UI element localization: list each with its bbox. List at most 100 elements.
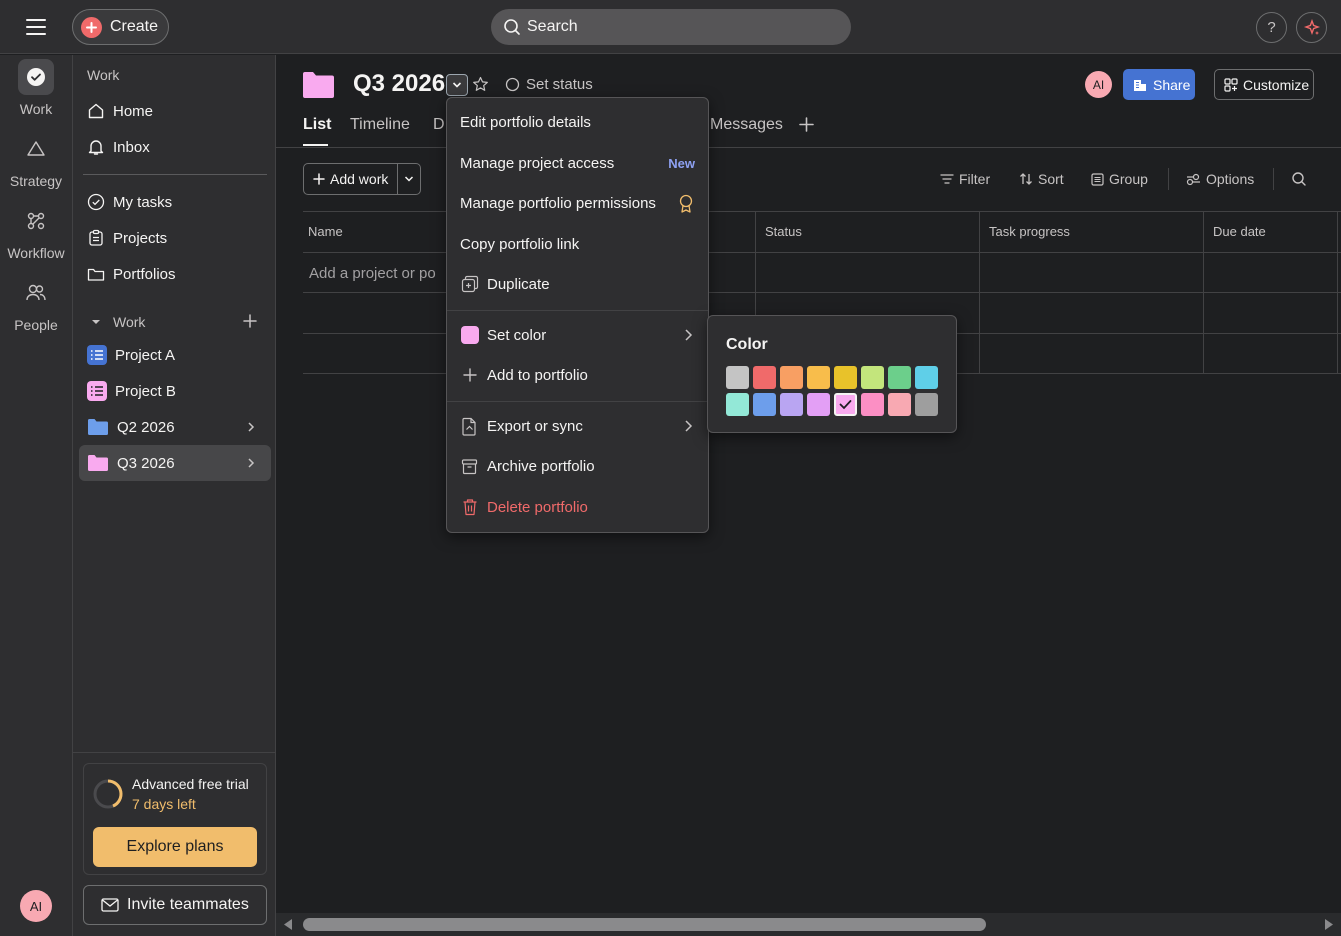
scroll-left-arrow-icon[interactable] xyxy=(282,918,294,931)
rail-item-people[interactable]: People xyxy=(0,275,72,333)
color-swatch[interactable] xyxy=(915,366,938,389)
color-swatch[interactable] xyxy=(888,366,911,389)
color-swatch[interactable] xyxy=(807,366,830,389)
menu-item-archive-portfolio[interactable]: Archive portfolio xyxy=(447,448,708,484)
sidebar-item-home[interactable]: Home xyxy=(79,93,271,129)
menu-item-edit-portfolio-details[interactable]: Edit portfolio details xyxy=(447,104,708,140)
color-swatch-grid xyxy=(726,366,938,416)
status-circle-icon xyxy=(505,77,520,92)
menu-item-manage-portfolio-permissions[interactable]: Manage portfolio permissions xyxy=(447,185,708,221)
tab-timeline[interactable]: Timeline xyxy=(350,116,410,134)
sidebar-item-label: My tasks xyxy=(113,193,173,211)
award-icon xyxy=(678,194,694,213)
tab-messages[interactable]: Messages xyxy=(710,116,783,134)
help-icon: ? xyxy=(1267,19,1276,36)
color-swatch[interactable] xyxy=(753,366,776,389)
color-picker-title: Color xyxy=(726,336,768,353)
color-swatch[interactable] xyxy=(780,393,803,416)
color-swatch[interactable] xyxy=(888,393,911,416)
color-swatch[interactable] xyxy=(807,393,830,416)
home-icon xyxy=(87,102,105,120)
sidebar-item-portfolios[interactable]: Portfolios xyxy=(79,256,271,292)
group-label: Group xyxy=(1109,171,1148,187)
sidebar-item-projects[interactable]: Projects xyxy=(79,220,271,256)
color-swatch[interactable] xyxy=(726,393,749,416)
menu-icon[interactable] xyxy=(22,15,50,39)
menu-item-manage-project-access[interactable]: Manage project access New xyxy=(447,145,708,181)
sidebar-item-my-tasks[interactable]: My tasks xyxy=(79,184,271,220)
color-swatch[interactable] xyxy=(834,366,857,389)
sidebar-section-work[interactable]: Work xyxy=(79,304,271,340)
sidebar-item-q2-2026[interactable]: Q2 2026 xyxy=(79,409,271,445)
check-icon xyxy=(839,400,852,410)
menu-item-copy-portfolio-link[interactable]: Copy portfolio link xyxy=(447,226,708,262)
sort-button[interactable]: Sort xyxy=(1019,171,1064,187)
add-tab-icon[interactable] xyxy=(798,116,815,133)
sidebar-item-project-a[interactable]: Project A xyxy=(79,337,271,373)
rail-item-strategy[interactable]: Strategy xyxy=(0,131,72,189)
sidebar-item-inbox[interactable]: Inbox xyxy=(79,129,271,165)
archive-icon xyxy=(460,457,479,476)
column-header-due-date[interactable]: Due date xyxy=(1213,224,1266,239)
title-dropdown-button[interactable] xyxy=(446,74,468,96)
add-work-dropdown[interactable] xyxy=(398,174,420,184)
invite-teammates-button[interactable]: Invite teammates xyxy=(83,885,267,925)
explore-plans-button[interactable]: Explore plans xyxy=(93,827,257,867)
menu-item-set-color[interactable]: Set color xyxy=(447,317,708,353)
color-swatch[interactable] xyxy=(834,393,857,416)
column-header-name[interactable]: Name xyxy=(308,224,343,239)
add-icon[interactable] xyxy=(243,314,257,328)
set-status-button[interactable]: Set status xyxy=(505,76,593,93)
tab-dashboard[interactable]: D xyxy=(433,116,445,134)
group-button[interactable]: Group xyxy=(1091,171,1148,187)
avatar[interactable]: AI xyxy=(20,890,52,922)
color-swatch[interactable] xyxy=(780,366,803,389)
workflow-icon xyxy=(18,203,54,239)
add-work-button[interactable]: Add work xyxy=(304,164,399,194)
ai-sparkle-button[interactable] xyxy=(1296,12,1327,43)
tabs-divider xyxy=(276,147,1341,148)
new-badge: New xyxy=(668,155,695,171)
sidebar-item-project-b[interactable]: Project B xyxy=(79,373,271,409)
avatar[interactable]: AI xyxy=(1085,71,1112,98)
color-swatch[interactable] xyxy=(726,366,749,389)
portfolio-folder-icon xyxy=(302,71,335,99)
menu-item-duplicate[interactable]: Duplicate xyxy=(447,266,708,302)
rail-item-work[interactable]: Work xyxy=(0,59,72,117)
menu-item-export-or-sync[interactable]: Export or sync xyxy=(447,408,708,444)
color-swatch[interactable] xyxy=(861,393,884,416)
scrollbar-thumb[interactable] xyxy=(303,918,986,931)
help-button[interactable]: ? xyxy=(1256,12,1287,43)
color-swatch[interactable] xyxy=(915,393,938,416)
share-button[interactable]: Share xyxy=(1123,69,1195,100)
duplicate-icon xyxy=(460,275,479,294)
sidebar-item-q3-2026[interactable]: Q3 2026 xyxy=(79,445,271,481)
menu-item-delete-portfolio[interactable]: Delete portfolio xyxy=(447,489,708,525)
color-swatch[interactable] xyxy=(861,366,884,389)
tab-list[interactable]: List xyxy=(303,116,331,134)
customize-button[interactable]: Customize xyxy=(1214,69,1314,100)
plus-icon xyxy=(313,173,325,185)
customize-label: Customize xyxy=(1243,76,1310,93)
column-header-status[interactable]: Status xyxy=(765,224,802,239)
caret-down-icon xyxy=(87,313,105,331)
sparkle-icon xyxy=(1303,18,1321,37)
add-project-input[interactable]: Add a project or po xyxy=(309,265,436,282)
menu-item-add-to-portfolio[interactable]: Add to portfolio xyxy=(447,357,708,393)
sidebar-item-label: Project A xyxy=(115,346,176,364)
scroll-right-arrow-icon[interactable] xyxy=(1323,918,1335,931)
star-icon[interactable] xyxy=(472,76,489,93)
chevron-right-icon[interactable] xyxy=(245,456,257,470)
options-button[interactable]: Options xyxy=(1186,171,1254,187)
plus-icon xyxy=(460,366,479,385)
search-input[interactable]: Search xyxy=(491,9,851,45)
column-header-task-progress[interactable]: Task progress xyxy=(989,224,1070,239)
sort-label: Sort xyxy=(1038,171,1064,187)
rail-item-workflow[interactable]: Workflow xyxy=(0,203,72,261)
chevron-right-icon[interactable] xyxy=(245,420,257,434)
color-swatch[interactable] xyxy=(753,393,776,416)
create-button[interactable]: Create xyxy=(72,9,169,45)
table-search-button[interactable] xyxy=(1291,171,1307,187)
page-title[interactable]: Q3 2026 xyxy=(353,70,445,98)
filter-button[interactable]: Filter xyxy=(940,171,990,187)
